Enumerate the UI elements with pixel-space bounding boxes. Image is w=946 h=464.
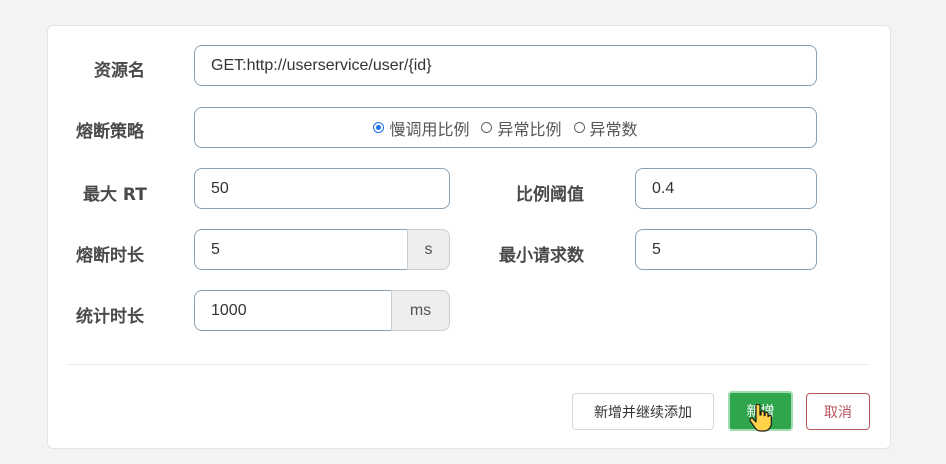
footer-divider [67, 364, 869, 365]
ratio-threshold-input[interactable] [635, 168, 817, 209]
min-requests-label: 最小请求数 [499, 246, 584, 266]
stat-duration-input[interactable] [194, 290, 391, 331]
break-duration-group: s [194, 229, 450, 270]
break-duration-input[interactable] [194, 229, 407, 270]
radio-label: 慢调用比例 [389, 119, 470, 139]
strategy-label: 熔断策略 [76, 122, 144, 142]
stat-duration-unit: ms [391, 290, 450, 331]
max-rt-input[interactable] [194, 168, 450, 209]
resource-name-input[interactable] [194, 45, 817, 86]
add-and-continue-button[interactable]: 新增并继续添加 [572, 393, 714, 430]
radio-unchecked-icon [481, 122, 493, 133]
radio-error-count[interactable]: 异常数 [573, 116, 638, 140]
radio-label: 异常数 [589, 119, 638, 139]
radio-label: 异常比例 [497, 119, 562, 139]
stat-duration-label: 统计时长 [76, 307, 144, 327]
radio-checked-icon [373, 122, 385, 133]
max-rt-label: 最大 RT [83, 185, 147, 205]
cancel-button[interactable]: 取消 [806, 393, 870, 430]
min-requests-input[interactable] [635, 229, 817, 270]
stat-duration-group: ms [194, 290, 450, 331]
resource-name-label: 资源名 [94, 61, 145, 81]
add-button[interactable]: 新增 [728, 391, 793, 431]
strategy-radio-group: 慢调用比例 异常比例 异常数 [194, 107, 817, 148]
break-duration-label: 熔断时长 [76, 246, 144, 266]
radio-unchecked-icon [573, 122, 585, 133]
ratio-threshold-label: 比例阈值 [516, 185, 584, 205]
radio-error-ratio[interactable]: 异常比例 [481, 116, 562, 140]
break-duration-unit: s [407, 229, 450, 270]
radio-slow-call-ratio[interactable]: 慢调用比例 [373, 116, 469, 140]
